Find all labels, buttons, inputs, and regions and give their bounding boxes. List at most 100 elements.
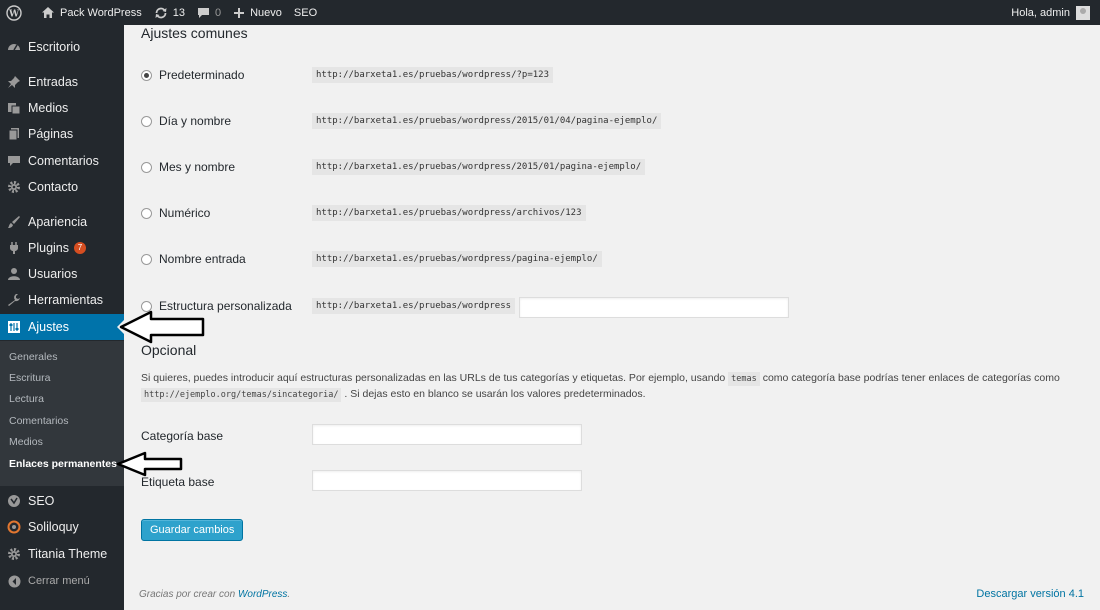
sidebar-item-escritorio[interactable]: Escritorio [0, 34, 124, 60]
permalink-option-post-name: Nombre entrada http://barxeta1.es/prueba… [141, 250, 961, 272]
sidebar-item-label: Herramientas [28, 293, 104, 307]
sidebar-item-contacto[interactable]: Contacto [0, 174, 124, 200]
option-label: Predeterminado [159, 68, 245, 82]
option-label: Nombre entrada [159, 252, 246, 266]
account-menu[interactable]: Hola, admin [1005, 0, 1100, 25]
collapse-menu-button[interactable]: Cerrar menú [0, 568, 124, 594]
submenu-item-generales[interactable]: Generales [9, 351, 57, 363]
plus-icon [234, 7, 245, 18]
option-label: Día y nombre [159, 114, 232, 128]
comments-link[interactable]: 0 [191, 0, 227, 25]
sidebar-item-label: Titania Theme [28, 547, 108, 561]
new-content-link[interactable]: Nuevo [227, 0, 288, 25]
main-content: Ajustes comunes Predeterminado http://ba… [124, 25, 1100, 610]
sidebar-item-apariencia[interactable]: Apariencia [0, 209, 124, 235]
admin-bar: W Pack WordPress 13 0 Nuevo SEO Hola, ad… [0, 0, 1100, 25]
user-icon [0, 267, 28, 281]
permalink-option-default: Predeterminado http://barxeta1.es/prueba… [141, 66, 961, 88]
sidebar-item-label: Entradas [28, 75, 79, 89]
settings-icon [0, 320, 28, 334]
sidebar-item-soliloquy[interactable]: Soliloquy [0, 514, 124, 540]
updates-count: 13 [172, 6, 185, 19]
radio-numeric[interactable] [141, 208, 152, 219]
svg-text:W: W [8, 9, 20, 19]
wrench-icon [0, 293, 28, 307]
sidebar-item-entradas[interactable]: Entradas [0, 69, 124, 95]
collapse-arrow-icon [0, 575, 28, 588]
sidebar-item-label: Escritorio [28, 40, 81, 54]
sidebar-item-label: Plugins [28, 241, 69, 255]
sidebar-item-medios[interactable]: Medios [0, 95, 124, 121]
new-label: Nuevo [250, 6, 282, 19]
plugins-update-badge: 7 [74, 242, 86, 254]
optional-description: Si quieres, puedes introducir aquí estru… [141, 371, 1071, 403]
category-base-input[interactable] [312, 424, 582, 445]
pointer-arrow-icon [119, 310, 205, 344]
collapse-menu-label: Cerrar menú [28, 575, 90, 587]
sidebar-item-label: Medios [28, 101, 69, 115]
submenu-item-escritura[interactable]: Escritura [9, 372, 50, 384]
sidebar-item-label: Soliloquy [28, 520, 79, 534]
sidebar-item-label: Comentarios [28, 154, 99, 168]
sidebar-item-label: Ajustes [28, 320, 69, 334]
permalink-option-numeric: Numérico http://barxeta1.es/pruebas/word… [141, 204, 961, 226]
sidebar-item-plugins[interactable]: Plugins 7 [0, 235, 124, 261]
sidebar-item-label: Usuarios [28, 267, 78, 281]
updates-icon [155, 7, 167, 18]
common-settings-heading: Ajustes comunes [141, 25, 248, 41]
radio-default[interactable] [141, 70, 152, 81]
download-version-link[interactable]: Descargar versión 4.1 [976, 588, 1084, 600]
permalink-example: http://barxeta1.es/pruebas/wordpress/201… [312, 159, 646, 175]
site-name-link[interactable]: Pack WordPress [35, 0, 148, 25]
sidebar-item-label: Páginas [28, 127, 74, 141]
wordpress-logo-icon[interactable]: W [0, 0, 35, 25]
permalink-option-day-name: Día y nombre http://barxeta1.es/pruebas/… [141, 112, 961, 134]
radio-post-name[interactable] [141, 254, 152, 265]
tag-base-input[interactable] [312, 470, 582, 491]
comment-bubble-icon [197, 7, 209, 18]
sidebar-item-herramientas[interactable]: Herramientas [0, 287, 124, 313]
option-label: Numérico [159, 206, 211, 220]
gear-icon [0, 547, 28, 561]
permalink-example: http://barxeta1.es/pruebas/wordpress/pag… [312, 251, 602, 267]
sidebar-item-paginas[interactable]: Páginas [0, 121, 124, 147]
gear-icon [0, 180, 28, 194]
sidebar-item-label: SEO [28, 494, 55, 508]
submenu-item-lectura[interactable]: Lectura [9, 393, 44, 405]
home-icon [42, 7, 54, 18]
pointer-arrow-icon [116, 451, 183, 477]
pin-icon [0, 75, 28, 89]
sidebar-item-comentarios[interactable]: Comentarios [0, 148, 124, 174]
desc-code: temas [728, 372, 760, 386]
seo-link[interactable]: SEO [288, 0, 323, 25]
permalink-example: http://barxeta1.es/pruebas/wordpress/201… [312, 113, 662, 129]
admin-sidebar: Escritorio Entradas Medios Páginas Comen… [0, 25, 124, 610]
save-changes-button[interactable]: Guardar cambios [141, 519, 244, 541]
permalink-prefix: http://barxeta1.es/pruebas/wordpress [312, 298, 516, 314]
sidebar-item-ajustes[interactable]: Ajustes [0, 314, 124, 340]
radio-day-name[interactable] [141, 116, 152, 127]
comments-count: 0 [214, 6, 222, 19]
sidebar-item-seo[interactable]: SEO [0, 488, 124, 514]
updates-link[interactable]: 13 [148, 0, 191, 25]
slider-icon [0, 520, 28, 534]
media-icon [0, 101, 28, 115]
site-name: Pack WordPress [60, 6, 142, 19]
submenu-item-enlaces-permanentes[interactable]: Enlaces permanentes [9, 458, 117, 470]
submenu-item-comentarios[interactable]: Comentarios [9, 415, 69, 427]
permalink-example: http://barxeta1.es/pruebas/wordpress/?p=… [312, 67, 553, 83]
sidebar-item-usuarios[interactable]: Usuarios [0, 261, 124, 287]
sidebar-item-label: Apariencia [28, 215, 88, 229]
radio-month-name[interactable] [141, 162, 152, 173]
footer-thanks-suffix: . [287, 589, 291, 600]
wordpress-link[interactable]: WordPress [238, 589, 287, 600]
plug-icon [0, 241, 28, 255]
pages-icon [0, 127, 28, 141]
sidebar-item-titania-theme[interactable]: Titania Theme [0, 541, 124, 567]
desc-code: http://ejemplo.org/temas/sincategoria/ [141, 388, 342, 402]
greeting: Hola, admin [1011, 6, 1070, 19]
custom-structure-input[interactable] [519, 297, 789, 318]
footer-thanks-text: Gracias por crear con [139, 589, 236, 600]
avatar [1076, 5, 1090, 20]
submenu-item-medios[interactable]: Medios [9, 436, 43, 448]
